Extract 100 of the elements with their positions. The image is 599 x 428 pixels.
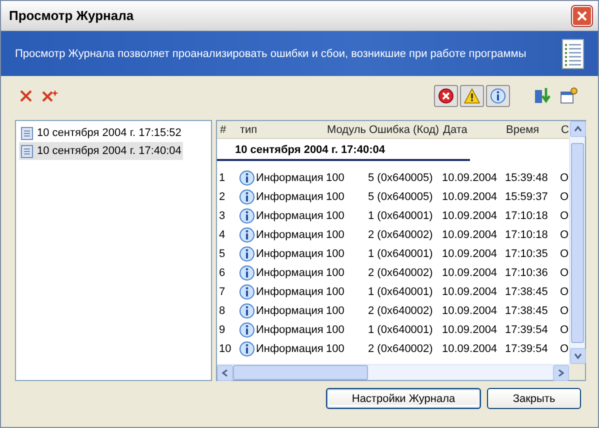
table-cell-text: 100 [325,172,346,184]
table-cell-text: 17:10:36 [504,266,549,278]
table-cell-text: 100 [325,286,346,298]
info-icon [239,302,255,318]
table-cell-text: 15:59:37 [504,190,549,202]
table-cell: Информация [256,190,324,202]
table-cell-text: О [559,304,569,316]
table-cell-text: О [559,286,569,298]
scroll-left-icon [222,369,228,377]
table-cell-text: 1 (0x640001) [367,286,434,298]
info-icon [239,246,255,262]
table-cell-text: 100 [325,190,346,202]
column-header[interactable]: Модуль [324,124,366,136]
table-cell-text: 1 (0x640001) [367,248,434,260]
table-cell-text: 17:38:45 [504,286,549,298]
table-cell-text: 17:10:18 [504,228,549,240]
session-item[interactable]: 10 сентября 2004 г. 17:40:04 [19,142,184,160]
table-cell-text: 2 [218,190,226,202]
table-cell-text: 100 [325,304,346,316]
table-cell: Информация [256,172,324,184]
column-header[interactable]: Ошибка (Код) [366,124,440,136]
info-icon [239,188,255,204]
info-icon [239,322,255,338]
close-button[interactable] [572,6,592,26]
column-header[interactable]: Дата [440,124,503,136]
info-icon [239,226,255,242]
window-title: Просмотр Журнала [9,8,134,23]
column-header[interactable]: С [558,124,569,136]
info-icon [239,340,255,356]
dialog-button[interactable]: Закрыть [487,388,581,409]
table-cell-text: О [559,266,569,278]
table-cell-text: 17:39:54 [504,342,549,354]
warning-filter-button[interactable] [460,85,484,107]
column-header[interactable]: тип [237,124,324,136]
table-cell-text: 4 [218,228,226,240]
close-icon [576,10,588,22]
info-icon [239,284,255,300]
table-cell-text: 2 (0x640002) [367,342,434,354]
document-icon [21,144,33,158]
table-cell-text: 2 (0x640002) [367,228,434,240]
table-cell-text: 10.09.2004 [441,266,498,278]
table-cell-text: О [559,342,569,354]
scrollbar-corner [569,364,585,380]
info-icon [239,208,255,224]
table-cell-text: О [559,228,569,240]
table-cell-text: 17:10:35 [504,248,549,260]
table-cell: Информация [256,228,324,240]
table-cell-text: 10.09.2004 [441,228,498,240]
banner-description: Просмотр Журнала позволяет проанализировать ошибки и сбои, возникшие при работе программы [15,48,526,60]
table-cell: Информация [256,210,324,222]
info-icon [239,264,255,280]
info-icon [490,88,506,104]
table-cell-text: 7 [218,286,226,298]
table-cell-text: 10.09.2004 [441,172,498,184]
table-cell-text: 10.09.2004 [441,286,498,298]
table-cell-text: 15:39:48 [504,172,549,184]
table-cell-text: О [559,172,569,184]
column-header[interactable]: Время [503,124,558,136]
table-cell-text: 2 (0x640002) [367,304,434,316]
info-filter-button[interactable] [486,85,510,107]
table-cell-text: 100 [325,324,346,336]
vertical-scrollbar[interactable] [569,121,585,364]
column-header[interactable]: # [217,124,237,136]
table-cell: Информация [256,324,324,336]
table-cell-text: 100 [325,248,346,260]
document-list-icon [562,38,584,68]
table-cell-text: 1 (0x640001) [367,324,434,336]
scroll-up-icon [574,126,582,132]
table-cell-text: 10.09.2004 [441,342,498,354]
info-icon [239,170,255,186]
session-item[interactable]: 10 сентября 2004 г. 17:15:52 [19,124,184,142]
table-cell-text: 10.09.2004 [441,190,498,202]
table-cell-text: 10 [218,342,232,354]
scroll-down-icon [574,353,582,359]
table-cell-text: 10.09.2004 [441,304,498,316]
document-icon [21,126,33,140]
table-cell-text: 100 [325,342,346,354]
table-cell-text: 10.09.2004 [441,210,498,222]
table-cell-text: 100 [325,228,346,240]
dialog-button[interactable]: Настройки Журнала [326,388,481,409]
table-cell-text: 5 [218,248,226,260]
table-cell-text: О [559,324,569,336]
table-cell-text: 6 [218,266,226,278]
horizontal-scrollbar[interactable] [217,364,569,380]
table-cell-text: 100 [325,210,346,222]
table-cell-text: 2 (0x640002) [367,266,434,278]
table-cell-text: 100 [325,266,346,278]
table-cell-text: 5 (0x640005) [367,190,434,202]
table-cell-text: 5 (0x640005) [367,172,434,184]
table-cell: Информация [256,286,324,298]
table-cell-text: 9 [218,324,226,336]
error-filter-button[interactable] [434,85,458,107]
table-cell-text: 3 [218,210,226,222]
table-cell-text: О [559,248,569,260]
table-cell-text: 17:38:45 [504,304,549,316]
table-cell-text: 8 [218,304,226,316]
table-cell-text: 17:39:54 [504,324,549,336]
warning-icon [464,88,480,104]
table-cell: Информация [256,342,324,354]
table-cell-text: 17:10:18 [504,210,549,222]
